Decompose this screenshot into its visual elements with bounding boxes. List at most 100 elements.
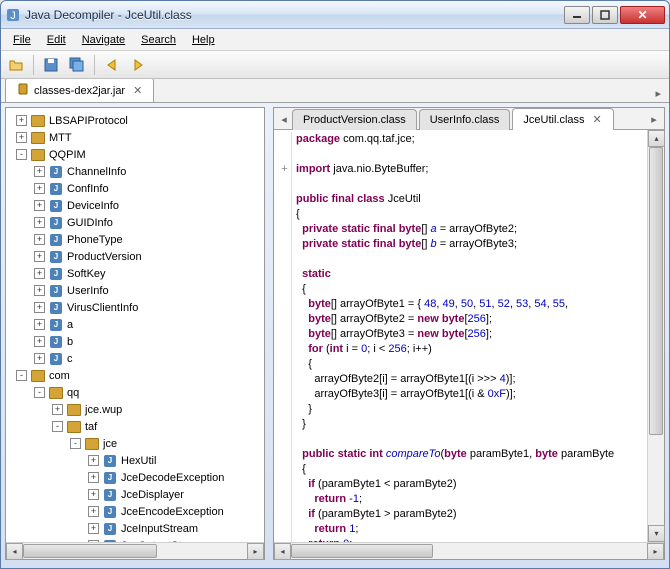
tree-node[interactable]: +PhoneType — [8, 231, 262, 248]
tree-node[interactable]: +JceDisplayer — [8, 486, 262, 503]
tree-node[interactable]: -com — [8, 367, 262, 384]
tree-node[interactable]: +GUIDInfo — [8, 214, 262, 231]
editor-vscrollbar[interactable]: ▴ ▾ — [647, 130, 664, 542]
save-all-button[interactable] — [66, 54, 88, 76]
scroll-thumb[interactable] — [291, 544, 433, 558]
class-icon — [48, 300, 64, 316]
tree-node[interactable]: +jce.wup — [8, 401, 262, 418]
expand-icon[interactable]: + — [34, 200, 45, 211]
expand-icon[interactable]: + — [88, 523, 99, 534]
expand-icon[interactable]: + — [88, 472, 99, 483]
save-button[interactable] — [40, 54, 62, 76]
menu-edit[interactable]: Edit — [39, 31, 74, 49]
expand-icon[interactable]: + — [88, 489, 99, 500]
expand-icon[interactable]: + — [52, 404, 63, 415]
expand-icon[interactable]: + — [34, 285, 45, 296]
tab-jceutil[interactable]: JceUtil.class ✕ — [512, 108, 613, 130]
code-editor[interactable]: package com.qq.taf.jce; +import java.nio… — [274, 130, 664, 542]
code-text: return -1; — [296, 492, 362, 507]
minimize-button[interactable] — [564, 6, 590, 24]
back-button[interactable] — [101, 54, 123, 76]
tree-node[interactable]: +LBSAPIProtocol — [8, 112, 262, 129]
tree-node[interactable]: +SoftKey — [8, 265, 262, 282]
tree-node[interactable]: +ChannelInfo — [8, 163, 262, 180]
collapse-icon[interactable]: - — [34, 387, 45, 398]
code-line: private static final byte[] a = arrayOfB… — [278, 222, 660, 237]
scroll-down-icon[interactable]: ▾ — [648, 525, 665, 542]
gutter — [278, 417, 292, 432]
tree-node[interactable]: -taf — [8, 418, 262, 435]
tree-node[interactable]: -jce — [8, 435, 262, 452]
maximize-button[interactable] — [592, 6, 618, 24]
tab-close-icon[interactable]: ✕ — [593, 113, 603, 126]
scroll-right-icon[interactable]: ▸ — [247, 543, 264, 560]
tree-node[interactable]: +UserInfo — [8, 282, 262, 299]
collapse-icon[interactable]: - — [16, 149, 27, 160]
tree-node[interactable]: +MTT — [8, 129, 262, 146]
scroll-thumb[interactable] — [649, 147, 663, 435]
expand-icon[interactable]: + — [16, 132, 27, 143]
tab-jar[interactable]: classes-dex2jar.jar ✕ — [5, 79, 154, 103]
scroll-right-icon[interactable]: ▸ — [647, 543, 664, 560]
fold-expand-icon[interactable]: + — [278, 162, 292, 177]
editor-hscrollbar[interactable]: ◂ ▸ — [274, 542, 664, 559]
expand-icon[interactable]: + — [88, 506, 99, 517]
package-icon — [30, 147, 46, 163]
forward-button[interactable] — [127, 54, 149, 76]
menu-search[interactable]: Search — [133, 31, 184, 49]
open-button[interactable] — [5, 54, 27, 76]
expand-icon[interactable]: + — [34, 166, 45, 177]
expand-icon[interactable]: + — [34, 319, 45, 330]
scroll-left-icon[interactable]: ◂ — [274, 543, 291, 560]
collapse-icon[interactable]: - — [16, 370, 27, 381]
titlebar[interactable]: J Java Decompiler - JceUtil.class ✕ — [1, 1, 669, 29]
expand-icon[interactable]: + — [34, 353, 45, 364]
tab-close-icon[interactable]: ✕ — [133, 84, 143, 97]
tree-node[interactable]: +VirusClientInfo — [8, 299, 262, 316]
collapse-icon[interactable]: - — [70, 438, 81, 449]
gutter — [278, 477, 292, 492]
tree-node[interactable]: +JceEncodeException — [8, 503, 262, 520]
scroll-left-icon[interactable]: ◂ — [6, 543, 23, 560]
close-button[interactable]: ✕ — [620, 6, 665, 24]
tree-hscrollbar[interactable]: ◂ ▸ — [6, 542, 264, 559]
tree-node[interactable]: +JceInputStream — [8, 520, 262, 537]
menu-file[interactable]: File — [5, 31, 39, 49]
expand-icon[interactable]: + — [88, 455, 99, 466]
code-line: for (int i = 0; i < 256; i++) — [278, 342, 660, 357]
package-tree[interactable]: +LBSAPIProtocol+MTT-QQPIM+ChannelInfo+Co… — [6, 108, 264, 542]
tree-node[interactable]: +DeviceInfo — [8, 197, 262, 214]
menu-navigate[interactable]: Navigate — [74, 31, 133, 49]
tab-overflow-icon[interactable]: ▸ — [651, 85, 665, 102]
tree-node[interactable]: +c — [8, 350, 262, 367]
menu-help[interactable]: Help — [184, 31, 223, 49]
tree-node-label: HexUtil — [121, 455, 156, 467]
scroll-thumb[interactable] — [23, 544, 157, 558]
tree-node[interactable]: +ConfInfo — [8, 180, 262, 197]
separator — [94, 55, 95, 75]
tab-scroll-left-icon[interactable]: ◂ — [276, 113, 292, 129]
expand-icon[interactable]: + — [34, 183, 45, 194]
scroll-up-icon[interactable]: ▴ — [648, 130, 665, 147]
tree-node[interactable]: +b — [8, 333, 262, 350]
expand-icon[interactable]: + — [34, 268, 45, 279]
expand-icon[interactable]: + — [34, 234, 45, 245]
gutter — [278, 462, 292, 477]
tree-node[interactable]: -QQPIM — [8, 146, 262, 163]
tree-node[interactable]: +ProductVersion — [8, 248, 262, 265]
expand-icon[interactable]: + — [34, 251, 45, 262]
tree-node[interactable]: -qq — [8, 384, 262, 401]
expand-icon[interactable]: + — [34, 302, 45, 313]
collapse-icon[interactable]: - — [52, 421, 63, 432]
expand-icon[interactable]: + — [34, 336, 45, 347]
expand-icon[interactable]: + — [34, 217, 45, 228]
tab-productversion[interactable]: ProductVersion.class — [292, 109, 417, 130]
tree-node[interactable]: +JceDecodeException — [8, 469, 262, 486]
gutter — [278, 192, 292, 207]
splitter[interactable] — [267, 105, 271, 562]
expand-icon[interactable]: + — [16, 115, 27, 126]
tab-scroll-right-icon[interactable]: ▸ — [646, 113, 662, 129]
tree-node[interactable]: +a — [8, 316, 262, 333]
tree-node[interactable]: + HexUtil — [8, 452, 262, 469]
tab-userinfo[interactable]: UserInfo.class — [419, 109, 511, 130]
